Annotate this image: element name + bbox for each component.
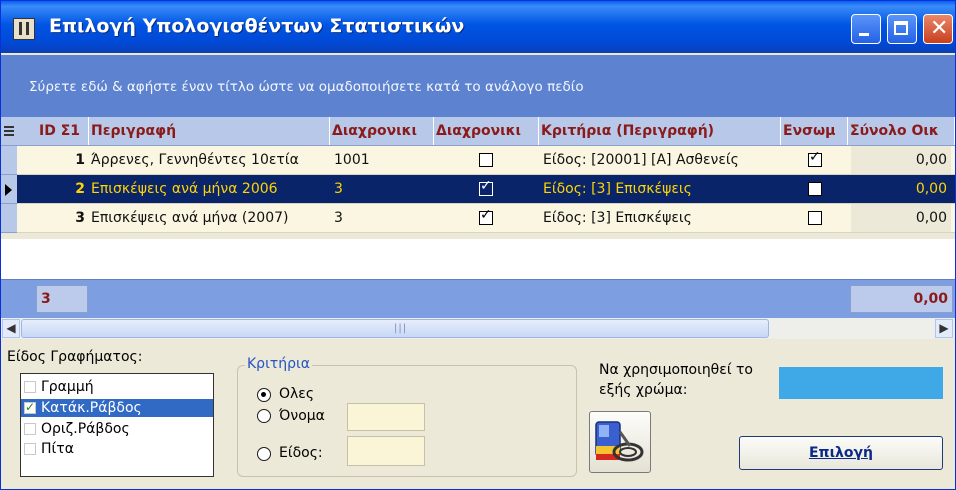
cell-ensom-checkbox[interactable] <box>808 211 822 225</box>
chart-type-option-pie[interactable]: Πίτα <box>21 440 213 458</box>
table-row[interactable]: 1 Άρρενες, Γεννηθέντες 10ετία 1001 Είδος… <box>17 146 955 175</box>
checkbox[interactable] <box>24 398 36 416</box>
grid-footer: 3 0,00 <box>1 279 955 319</box>
cell-diax1: 3 <box>334 181 343 197</box>
grid-empty-area <box>1 239 955 279</box>
radio-type[interactable] <box>257 447 271 461</box>
chart-type-list[interactable]: Γραμμή Κατάκ.Ράβδος Οριζ.Ράβδος Πίτα <box>20 373 214 477</box>
horizontal-scrollbar[interactable]: ◀ ||| ▶ <box>1 318 955 339</box>
scroll-left-icon[interactable]: ◀ <box>2 319 20 338</box>
color-label-line1: Να χρησιμοποιηθεί το <box>599 362 753 378</box>
col-header-id[interactable]: ID Σ1 <box>37 117 89 145</box>
cell-id: 3 <box>75 210 85 226</box>
footer-total: 0,00 <box>850 285 953 313</box>
app-icon <box>13 18 35 40</box>
type-input[interactable] <box>347 436 425 466</box>
cell-id: 2 <box>75 181 85 197</box>
window-title: Επιλογή Υπολογισθέντων Στατιστικών <box>49 15 465 37</box>
table-row[interactable]: 3 Επισκέψεις ανά μήνα (2007) 3 Είδος: [3… <box>17 204 955 233</box>
cell-description: Άρρενες, Γεννηθέντες 10ετία <box>91 152 299 168</box>
row-selector[interactable] <box>1 175 17 204</box>
cell-criteria: Είδος: [3] Επισκέψεις <box>543 210 692 226</box>
color-picker-button[interactable] <box>589 411 651 473</box>
radio-name-label: Όνομα <box>279 408 325 424</box>
col-header-diax2[interactable]: Διαχρονικι <box>434 117 539 145</box>
chart-type-option-vertical-bar[interactable]: Κατάκ.Ράβδος <box>21 398 213 417</box>
group-by-hint: Σύρετε εδώ & αφήστε έναν τίτλο ώστε να ο… <box>29 79 584 95</box>
row-selector[interactable] <box>1 146 17 175</box>
maximize-button[interactable] <box>887 14 917 44</box>
cell-criteria: Είδος: [3] Επισκέψεις <box>543 181 692 197</box>
col-header-total[interactable]: Σύνολο Οικ <box>848 117 955 145</box>
title-bar[interactable]: Επιλογή Υπολογισθέντων Στατιστικών ✕ <box>1 1 955 53</box>
grid-header: ID Σ1 Περιγραφή Διαχρονικι Διαχρονικι Κρ… <box>1 117 955 146</box>
option-label: Οριζ.Ράβδος <box>41 421 130 437</box>
close-button[interactable]: ✕ <box>923 14 953 44</box>
radio-name[interactable] <box>257 409 271 423</box>
scroll-right-icon[interactable]: ▶ <box>935 319 953 338</box>
minimize-button[interactable] <box>851 14 881 44</box>
radio-all[interactable] <box>257 388 271 402</box>
cell-criteria: Είδος: [20001] [Α] Ασθενείς <box>543 152 739 168</box>
cell-total: 0,00 <box>851 204 951 232</box>
close-icon: ✕ <box>930 16 949 41</box>
scroll-thumb[interactable]: ||| <box>21 319 769 338</box>
grip-icon: ||| <box>394 323 408 334</box>
cell-total: 0,00 <box>915 181 947 197</box>
cell-description: Επισκέψεις ανά μήνα (2007) <box>91 210 289 226</box>
checkbox[interactable] <box>24 381 36 393</box>
paint-palette-icon <box>595 421 644 462</box>
select-button[interactable]: Επιλογή <box>739 436 943 470</box>
name-input[interactable] <box>347 403 425 431</box>
row-selector[interactable] <box>1 204 17 233</box>
col-header-description[interactable]: Περιγραφή <box>89 117 330 145</box>
radio-all-label: Ολες <box>279 386 315 402</box>
cell-diax2-checkbox[interactable] <box>479 153 493 167</box>
col-header-criteria[interactable]: Κριτήρια (Περιγραφή) <box>539 117 781 145</box>
footer-count: 3 <box>36 285 88 313</box>
cell-ensom-checkbox[interactable] <box>808 182 822 196</box>
stats-selection-window: Επιλογή Υπολογισθέντων Στατιστικών ✕ Σύρ… <box>0 0 956 490</box>
table-row[interactable]: 2 Επισκέψεις ανά μήνα 2006 3 Είδος: [3] … <box>17 175 955 204</box>
chart-type-label: Είδος Γραφήματος: <box>7 349 143 365</box>
criteria-title: Κριτήρια <box>245 356 312 372</box>
option-label: Πίτα <box>41 441 74 457</box>
checkbox[interactable] <box>24 423 36 435</box>
cell-total: 0,00 <box>851 146 951 174</box>
col-header-diax1[interactable]: Διαχρονικι <box>330 117 434 145</box>
column-chooser-icon[interactable] <box>4 126 14 136</box>
radio-type-label: Είδος: <box>279 445 323 461</box>
option-label: Γραμμή <box>41 379 94 395</box>
cell-diax1: 1001 <box>334 152 370 168</box>
cell-diax1: 3 <box>334 210 343 226</box>
checkbox[interactable] <box>24 443 36 455</box>
col-header-ensom[interactable]: Ενσωμ <box>781 117 848 145</box>
current-row-indicator-icon <box>5 184 12 196</box>
chart-type-option-line[interactable]: Γραμμή <box>21 378 213 396</box>
cell-id: 1 <box>75 152 85 168</box>
option-label: Κατάκ.Ράβδος <box>41 400 142 416</box>
cell-ensom-checkbox[interactable] <box>808 149 822 167</box>
color-swatch[interactable] <box>779 367 943 399</box>
chart-type-option-horizontal-bar[interactable]: Οριζ.Ράβδος <box>21 420 213 438</box>
cell-description: Επισκέψεις ανά μήνα 2006 <box>91 181 278 197</box>
cell-diax2-checkbox[interactable] <box>479 178 493 196</box>
color-label-line2: εξής χρώμα: <box>599 382 688 398</box>
cell-diax2-checkbox[interactable] <box>479 207 493 225</box>
